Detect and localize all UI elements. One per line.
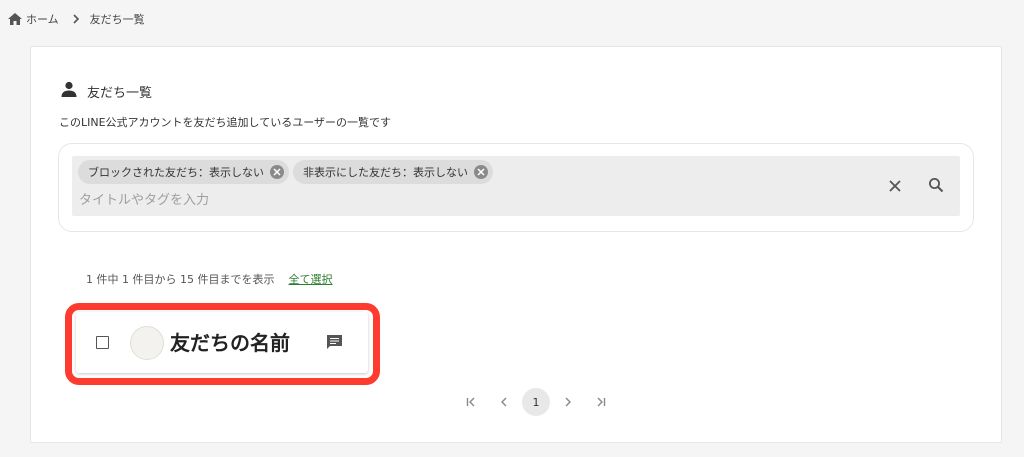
- results-count-text: 1 件中 1 件目から 15 件目までを表示: [86, 273, 275, 286]
- page-description: このLINE公式アカウントを友だち追加しているユーザーの一覧です: [59, 116, 391, 129]
- filter-chip-label: ブロックされた友だち：表示しない: [88, 166, 264, 179]
- filter-chip-label: 非表示にした友だち：表示しない: [303, 166, 468, 179]
- search-field-area[interactable]: ブロックされた友だち：表示しない 非表示にした友だち：表示しない: [72, 156, 960, 216]
- home-icon: [8, 13, 22, 25]
- prev-page-icon[interactable]: [488, 388, 520, 416]
- filter-chip-blocked[interactable]: ブロックされた友だち：表示しない: [78, 160, 289, 184]
- first-page-icon[interactable]: [456, 388, 488, 416]
- page-number-current[interactable]: 1: [522, 388, 550, 416]
- friends-list-card: 友だち一覧 このLINE公式アカウントを友だち追加しているユーザーの一覧です ブ…: [30, 46, 1002, 443]
- search-input[interactable]: [79, 190, 839, 210]
- chevron-right-icon: [73, 14, 80, 24]
- next-page-icon[interactable]: [552, 388, 584, 416]
- breadcrumb-home-link[interactable]: ホーム: [8, 11, 59, 27]
- pagination: 1: [456, 388, 616, 416]
- breadcrumb-home-label: ホーム: [26, 13, 59, 26]
- select-all-link[interactable]: 全て選択: [288, 271, 332, 287]
- person-icon: [61, 81, 77, 101]
- last-page-icon[interactable]: [584, 388, 616, 416]
- chat-icon[interactable]: [326, 334, 343, 354]
- results-summary: 1 件中 1 件目から 15 件目までを表示 全て選択: [86, 271, 332, 287]
- friend-item[interactable]: 友だちの名前: [76, 312, 368, 373]
- filter-chip-hidden[interactable]: 非表示にした友だち：表示しない: [293, 160, 493, 184]
- friend-checkbox[interactable]: [96, 336, 109, 349]
- chip-remove-icon[interactable]: [270, 165, 284, 179]
- section-header: 友だち一覧: [61, 81, 152, 101]
- filter-chips: ブロックされた友だち：表示しない 非表示にした友だち：表示しない: [78, 160, 493, 184]
- chip-remove-icon[interactable]: [474, 165, 488, 179]
- breadcrumb: ホーム 友だち一覧: [8, 10, 145, 28]
- search-filter-box: ブロックされた友だち：表示しない 非表示にした友だち：表示しない: [58, 143, 974, 232]
- clear-icon[interactable]: [888, 178, 902, 197]
- friend-name: 友だちの名前: [170, 331, 290, 355]
- page-title: 友だち一覧: [87, 85, 153, 101]
- breadcrumb-current: 友だち一覧: [89, 13, 145, 26]
- search-icon[interactable]: [928, 177, 944, 197]
- avatar: [130, 326, 164, 360]
